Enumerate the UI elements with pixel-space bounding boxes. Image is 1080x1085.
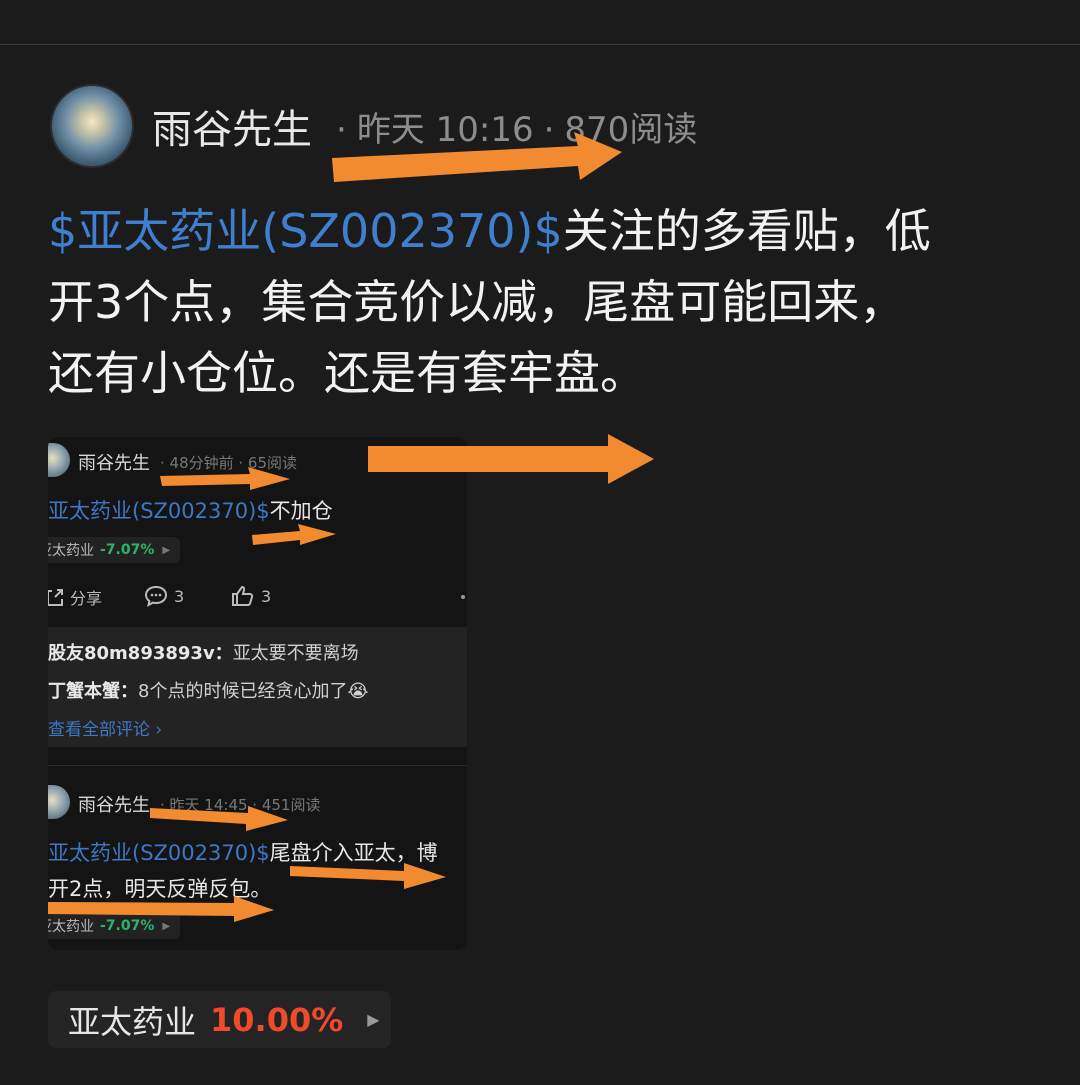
comment-1: 股友80m893893v：亚太要不要离场 xyxy=(48,639,359,665)
divider xyxy=(48,765,467,766)
avatar[interactable] xyxy=(50,84,134,168)
shot-like: 3 xyxy=(231,585,271,607)
view-all-comments: 查看全部评论 › xyxy=(48,715,162,740)
play-icon: ▶ xyxy=(162,544,171,556)
shot-comment: 3 xyxy=(144,585,184,607)
shot-text-2a: 亚太药业(SZ002370)$尾盘介入亚太，博 xyxy=(48,837,438,867)
shot-tag-pct-1: -7.07% xyxy=(100,542,155,558)
author-name[interactable]: 雨谷先生 xyxy=(152,97,312,155)
read-count: 870阅读 xyxy=(564,109,698,150)
comment-user-2: 丁蟹本蟹： xyxy=(48,681,138,702)
shot-tag-name-1: 亚太药业 xyxy=(48,543,94,559)
comment-count: 3 xyxy=(174,586,185,606)
post-text-line2: 开3个点，集合竞价以减，尾盘可能回来， xyxy=(48,275,906,329)
shot-text-1: 亚太药业(SZ002370)$不加仓 xyxy=(48,495,333,525)
shot-author-2: 雨谷先生 xyxy=(78,795,150,816)
post-meta: · 昨天 10:16 · 870阅读 xyxy=(336,109,698,150)
shot-post-text-2b: 开2点，明天反弹反包。 xyxy=(48,877,272,901)
shot-text-2b: 开2点，明天反弹反包。 xyxy=(48,873,271,903)
mini-avatar xyxy=(48,443,70,477)
comment-text-2: 8个点的时候已经贪心加了😭 xyxy=(138,681,369,702)
stock-tag[interactable]: 亚太药业 10.00% ▶ xyxy=(48,991,391,1048)
shot-post-text-1: 不加仓 xyxy=(269,499,333,523)
comment-user-1: 股友80m893893v： xyxy=(48,643,233,664)
shot-share: 分享 xyxy=(48,585,102,609)
stock-link[interactable]: $亚太药业(SZ002370)$ xyxy=(48,204,563,258)
post-time: 昨天 10:16 xyxy=(356,109,534,150)
post-text-line1: 关注的多看贴，低 xyxy=(562,204,931,258)
shot-comments: 股友80m893893v：亚太要不要离场 丁蟹本蟹：8个点的时候已经贪心加了😭 … xyxy=(48,627,467,747)
post-text-line3: 还有小仓位。还是有套牢盘。 xyxy=(48,346,646,400)
shot-stock-link-2: 亚太药业(SZ002370)$ xyxy=(48,841,270,865)
shot-stock-link-1: 亚太药业(SZ002370)$ xyxy=(48,499,270,523)
embedded-screenshot[interactable]: 雨谷先生 · 48分钟前 · 65阅读 亚太药业(SZ002370)$不加仓 亚… xyxy=(48,437,467,950)
play-icon: ▶ xyxy=(367,1010,380,1029)
share-label: 分享 xyxy=(70,589,103,608)
more-icon xyxy=(461,595,465,599)
thumbs-up-icon xyxy=(232,585,254,606)
shot-meta-1: · 48分钟前 · 65阅读 xyxy=(160,454,298,472)
stock-tag-name: 亚太药业 xyxy=(68,1002,197,1041)
comment-2: 丁蟹本蟹：8个点的时候已经贪心加了😭 xyxy=(48,677,368,703)
shot-meta-2: · 昨天 14:45 · 451阅读 xyxy=(160,796,321,814)
like-count: 3 xyxy=(261,586,272,606)
comment-text-1: 亚太要不要离场 xyxy=(232,643,359,664)
shot-stock-tag-2: 亚太药业 -7.07% ▶ xyxy=(48,913,181,939)
comment-icon xyxy=(144,585,168,607)
shot-tag-pct-2: -7.07% xyxy=(100,918,155,934)
chevron-right-icon: › xyxy=(155,720,163,740)
post-body: $亚太药业(SZ002370)$关注的多看贴，低开3个点，集合竞价以减，尾盘可能… xyxy=(48,196,1008,409)
post-header: 雨谷先生 · 昨天 10:16 · 870阅读 xyxy=(50,84,697,168)
mini-avatar xyxy=(48,785,70,819)
shot-stock-tag-1: 亚太药业 -7.07% ▶ xyxy=(48,537,181,563)
shot-post-text-2a: 尾盘介入亚太，博 xyxy=(269,841,438,865)
shot-author-1: 雨谷先生 xyxy=(78,453,150,474)
top-divider xyxy=(0,44,1080,45)
view-all-label: 查看全部评论 xyxy=(48,720,150,740)
shot-tag-name-2: 亚太药业 xyxy=(48,919,94,935)
stock-tag-pct: 10.00% xyxy=(210,1000,344,1039)
play-icon: ▶ xyxy=(162,920,171,932)
share-icon xyxy=(48,589,63,606)
